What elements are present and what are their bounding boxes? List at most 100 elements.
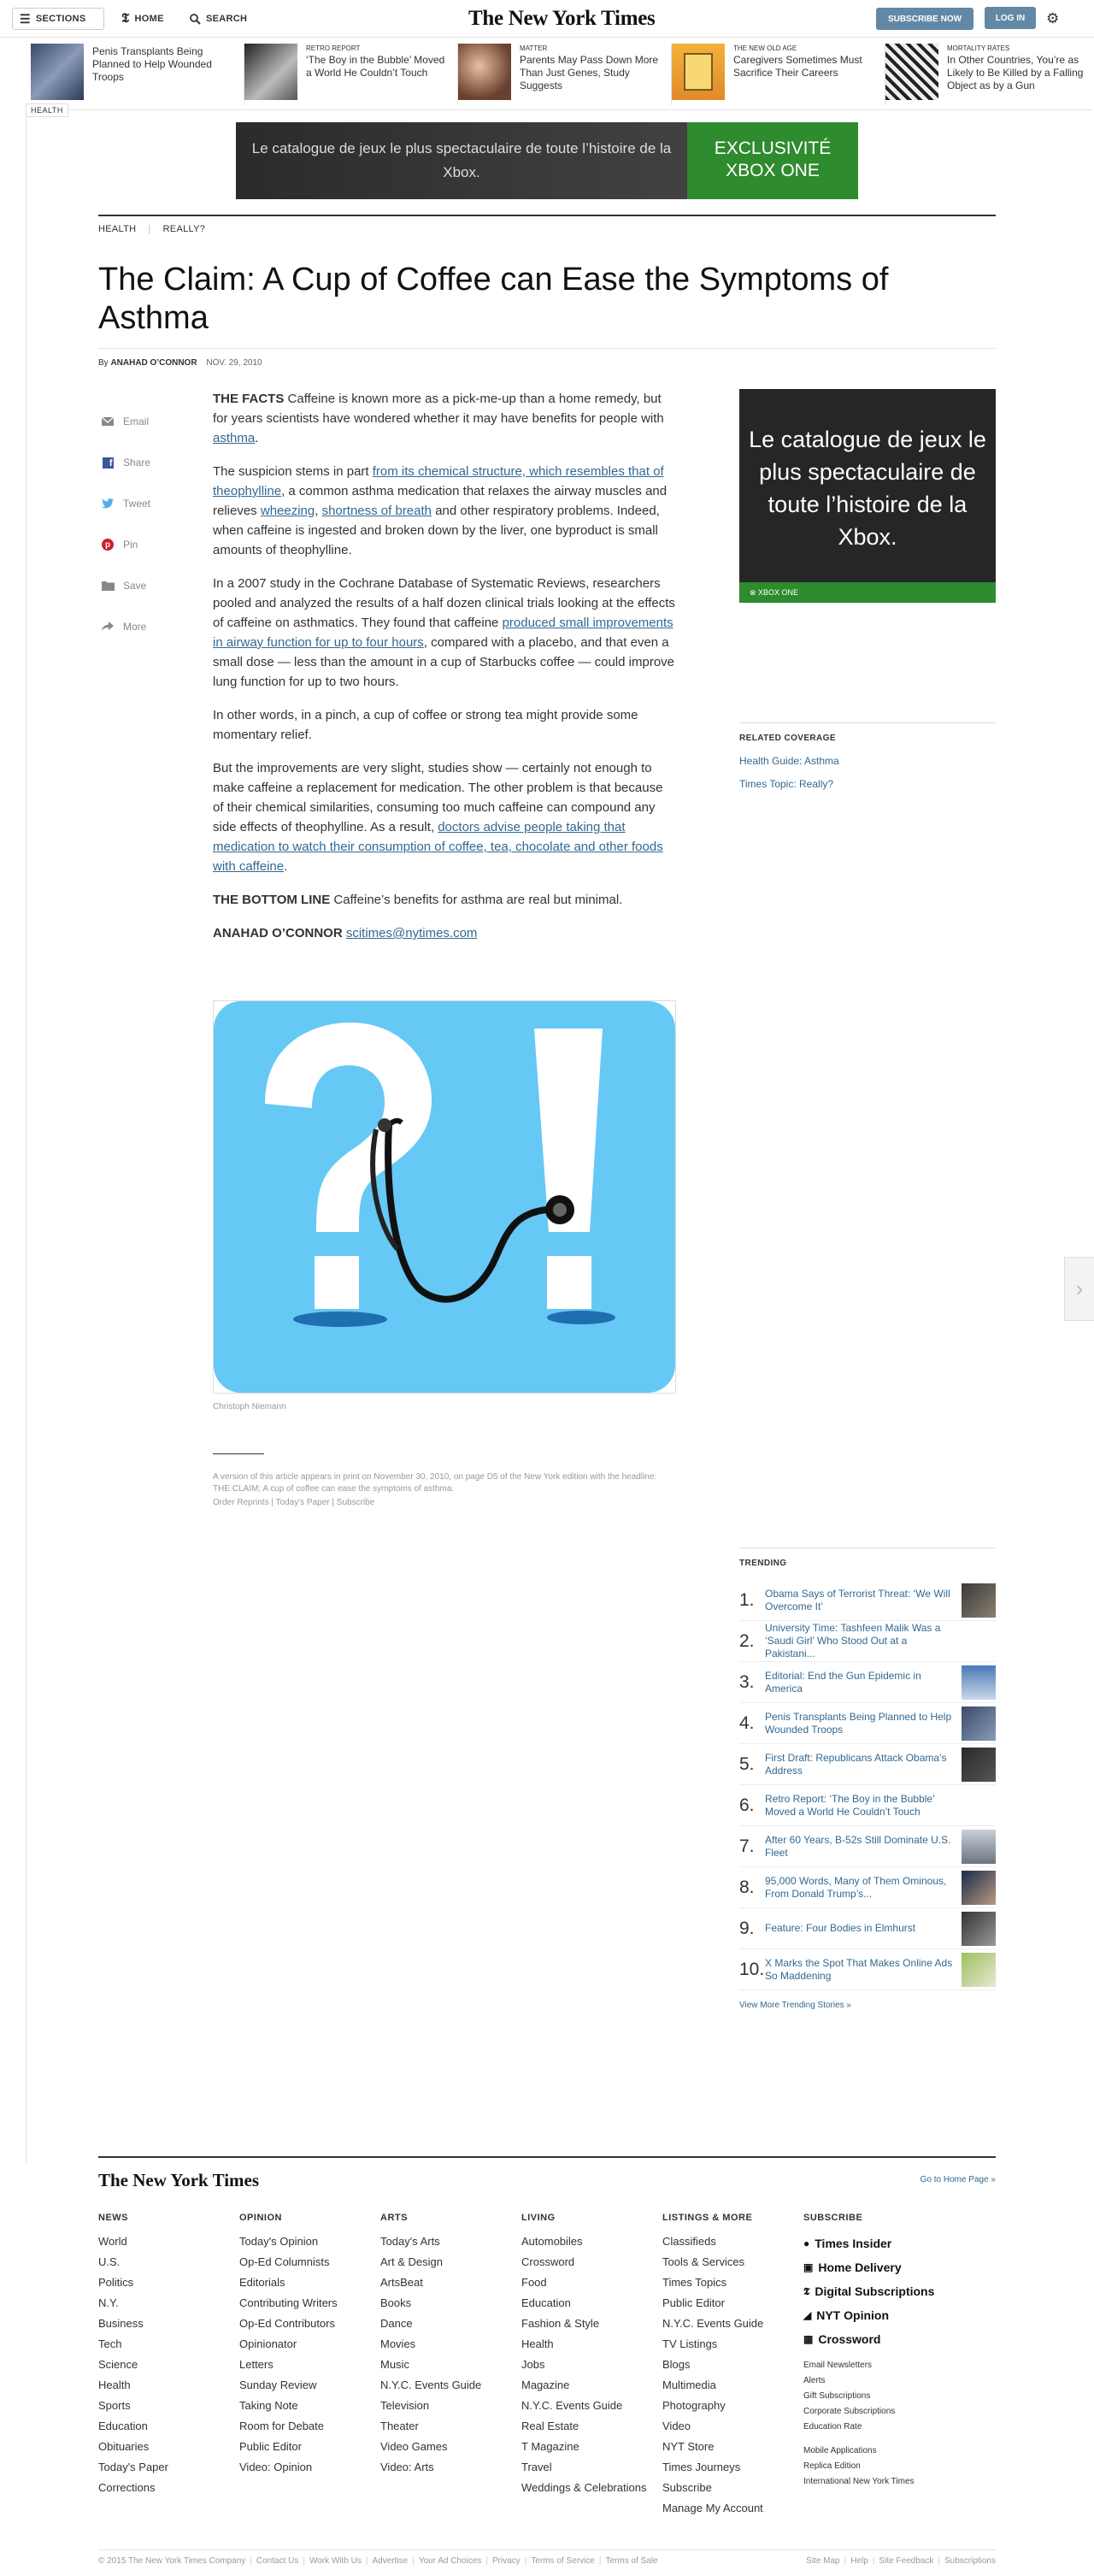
- ribbon-story[interactable]: RETRO REPORT ‘The Boy in the Bubble’ Move…: [244, 44, 458, 105]
- subscribe-link[interactable]: Email Newsletters: [803, 2358, 957, 2373]
- footer-link[interactable]: Video: Arts: [380, 2457, 521, 2478]
- order-reprints-link[interactable]: Order Reprints: [213, 1498, 269, 1507]
- footer-link[interactable]: Op-Ed Columnists: [239, 2252, 380, 2272]
- legal-link[interactable]: Site Feedback: [879, 2556, 933, 2566]
- footer-link[interactable]: Tools & Services: [662, 2252, 803, 2272]
- legal-link[interactable]: Terms of Service: [531, 2556, 594, 2566]
- footer-logo[interactable]: The New York Times: [98, 2170, 259, 2191]
- legal-link[interactable]: Terms of Sale: [605, 2556, 657, 2566]
- footer-link[interactable]: Sunday Review: [239, 2375, 380, 2396]
- footer-link[interactable]: Education: [521, 2293, 662, 2314]
- next-article-arrow-icon[interactable]: ›: [1064, 1257, 1094, 1321]
- ribbon-story[interactable]: MORTALITY RATES In Other Countries, You’r…: [885, 44, 1094, 105]
- footer-link[interactable]: U.S.: [98, 2252, 239, 2272]
- footer-link[interactable]: Books: [380, 2293, 521, 2314]
- ribbon-story[interactable]: Penis Transplants Being Planned to Help …: [31, 44, 244, 105]
- go-to-home-link[interactable]: Go to Home Page »: [920, 2175, 996, 2184]
- footer-link[interactable]: TV Listings: [662, 2334, 803, 2355]
- subscribe-product-link[interactable]: 𝕿 Digital Subscriptions: [803, 2279, 957, 2303]
- footer-link[interactable]: Science: [98, 2355, 239, 2375]
- trending-item[interactable]: 7. After 60 Years, B-52s Still Dominate U…: [739, 1826, 996, 1867]
- footer-link[interactable]: Theater: [380, 2416, 521, 2437]
- related-link[interactable]: Health Guide: Asthma: [739, 755, 996, 767]
- sections-button[interactable]: ☰ SECTIONS: [12, 8, 104, 30]
- footer-link[interactable]: Fashion & Style: [521, 2314, 662, 2334]
- trending-item[interactable]: 6. Retro Report: ‘The Boy in the Bubble’ …: [739, 1785, 996, 1826]
- section-tag[interactable]: HEALTH: [26, 103, 68, 117]
- footer-link[interactable]: Letters: [239, 2355, 380, 2375]
- search-button[interactable]: SEARCH: [190, 8, 247, 30]
- footer-link[interactable]: Subscribe: [662, 2478, 803, 2498]
- footer-link[interactable]: Business: [98, 2314, 239, 2334]
- nyt-logo[interactable]: The New York Times: [468, 7, 656, 31]
- footer-link[interactable]: Politics: [98, 2272, 239, 2293]
- legal-link[interactable]: Your Ad Choices: [419, 2556, 482, 2566]
- footer-link[interactable]: Real Estate: [521, 2416, 662, 2437]
- ribbon-story[interactable]: THE NEW OLD AGE Caregivers Sometimes Must…: [672, 44, 885, 105]
- footer-link[interactable]: Magazine: [521, 2375, 662, 2396]
- footer-link[interactable]: Video: Opinion: [239, 2457, 380, 2478]
- subscribe-link[interactable]: Corporate Subscriptions: [803, 2404, 957, 2420]
- footer-link[interactable]: Public Editor: [662, 2293, 803, 2314]
- trending-item[interactable]: 3. Editorial: End the Gun Epidemic in Ame…: [739, 1662, 996, 1703]
- footer-link[interactable]: World: [98, 2231, 239, 2252]
- subscribe-product-link[interactable]: ▣ Home Delivery: [803, 2255, 957, 2279]
- subscribe-link[interactable]: Alerts: [803, 2373, 957, 2389]
- trending-item[interactable]: 9. Feature: Four Bodies in Elmhurst: [739, 1908, 996, 1949]
- trending-item[interactable]: 2. University Time: Tashfeen Malik Was a …: [739, 1621, 996, 1662]
- subscribe-link[interactable]: International New York Times: [803, 2474, 957, 2490]
- top-banner-ad[interactable]: Le catalogue de jeux le plus spectaculai…: [236, 122, 858, 199]
- footer-link[interactable]: NYT Store: [662, 2437, 803, 2457]
- footer-link[interactable]: Dance: [380, 2314, 521, 2334]
- view-more-trending-link[interactable]: View More Trending Stories »: [739, 2001, 996, 2010]
- more-share-button[interactable]: More: [101, 606, 169, 647]
- trending-item[interactable]: 1. Obama Says of Terrorist Threat: ‘We Wi…: [739, 1580, 996, 1621]
- legal-link[interactable]: Contact Us: [256, 2556, 298, 2566]
- footer-link[interactable]: Editorials: [239, 2272, 380, 2293]
- wheezing-link[interactable]: wheezing: [261, 504, 315, 518]
- footer-link[interactable]: Room for Debate: [239, 2416, 380, 2437]
- footer-link[interactable]: Travel: [521, 2457, 662, 2478]
- footer-link[interactable]: Automobiles: [521, 2231, 662, 2252]
- footer-link[interactable]: ArtsBeat: [380, 2272, 521, 2293]
- trending-item[interactable]: 8. 95,000 Words, Many of Them Ominous, Fr…: [739, 1867, 996, 1908]
- legal-link[interactable]: Privacy: [492, 2556, 521, 2566]
- ribbon-story[interactable]: MATTER Parents May Pass Down More Than Ju…: [458, 44, 672, 105]
- footer-link[interactable]: Weddings & Celebrations: [521, 2478, 662, 2498]
- footer-link[interactable]: Health: [521, 2334, 662, 2355]
- footer-link[interactable]: Obituaries: [98, 2437, 239, 2457]
- author-email-link[interactable]: scitimes@nytimes.com: [346, 926, 478, 940]
- share-pinterest-button[interactable]: p Pin: [101, 524, 169, 565]
- footer-link[interactable]: Corrections: [98, 2478, 239, 2498]
- footer-link[interactable]: Food: [521, 2272, 662, 2293]
- subscribe-link[interactable]: Replica Edition: [803, 2459, 957, 2474]
- footer-link[interactable]: Music: [380, 2355, 521, 2375]
- legal-link[interactable]: Subscriptions: [944, 2556, 996, 2566]
- illustration[interactable]: [213, 1000, 676, 1394]
- share-twitter-button[interactable]: Tweet: [101, 483, 169, 524]
- legal-link[interactable]: Help: [850, 2556, 868, 2566]
- kicker-column-link[interactable]: REALLY?: [163, 224, 206, 234]
- subscribe-link[interactable]: Gift Subscriptions: [803, 2389, 957, 2404]
- footer-link[interactable]: Education: [98, 2416, 239, 2437]
- footer-link[interactable]: N.Y.C. Events Guide: [380, 2375, 521, 2396]
- asthma-link[interactable]: asthma: [213, 431, 255, 445]
- kicker-section-link[interactable]: HEALTH: [98, 224, 136, 234]
- footer-link[interactable]: Blogs: [662, 2355, 803, 2375]
- subscribe-link[interactable]: Subscribe: [337, 1498, 374, 1507]
- trending-item[interactable]: 5. First Draft: Republicans Attack Obama’…: [739, 1744, 996, 1785]
- sidebar-ad[interactable]: Le catalogue de jeux le plus spectaculai…: [739, 389, 996, 603]
- footer-link[interactable]: Photography: [662, 2396, 803, 2416]
- footer-link[interactable]: Tech: [98, 2334, 239, 2355]
- footer-link[interactable]: Today's Arts: [380, 2231, 521, 2252]
- footer-link[interactable]: Video: [662, 2416, 803, 2437]
- share-email-button[interactable]: Email: [101, 401, 169, 442]
- share-facebook-button[interactable]: f Share: [101, 442, 169, 483]
- trending-item[interactable]: 4. Penis Transplants Being Planned to Hel…: [739, 1703, 996, 1744]
- footer-link[interactable]: Contributing Writers: [239, 2293, 380, 2314]
- footer-link[interactable]: Crossword: [521, 2252, 662, 2272]
- save-button[interactable]: Save: [101, 565, 169, 606]
- trending-item[interactable]: 10. X Marks the Spot That Makes Online Ad…: [739, 1949, 996, 1990]
- home-button[interactable]: 𝕿 HOME: [121, 8, 164, 30]
- footer-link[interactable]: Television: [380, 2396, 521, 2416]
